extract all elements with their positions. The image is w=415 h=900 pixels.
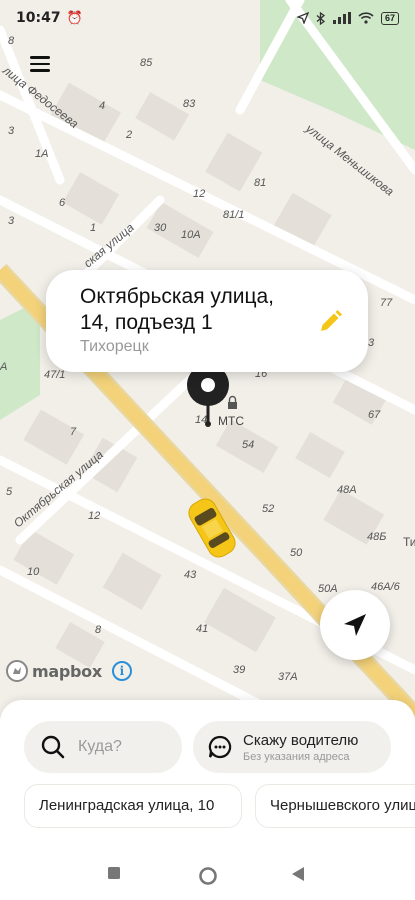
map-label: 10 [27, 566, 40, 578]
status-time: 10:47 [16, 10, 61, 26]
battery-indicator: 67 [380, 11, 399, 25]
address-city: Тихорецк [80, 338, 149, 355]
destination-search-field[interactable]: Куда? [24, 721, 182, 773]
map-label: 10А [181, 229, 201, 241]
map-label: 77 [380, 297, 393, 309]
map-label: 30 [154, 222, 167, 234]
map-label: 7 [70, 426, 77, 438]
map-label: 3 [8, 215, 15, 227]
chat-bubble-icon [208, 735, 232, 759]
map-label: 8 [95, 624, 102, 636]
map-label: 47/1 [44, 369, 65, 381]
system-nav-bar [0, 852, 415, 900]
map-label: 39 [233, 664, 245, 676]
address-street: Октябрьская улица, [80, 285, 274, 308]
map-label: 1 [90, 222, 96, 234]
status-icons: 67 [296, 11, 399, 25]
info-icon[interactable]: i [111, 661, 132, 681]
mapbox-attribution: mapbox i [6, 660, 132, 682]
pencil-icon[interactable] [316, 308, 344, 336]
pickup-pin-icon [187, 364, 229, 427]
taxi-app-screen: 8 85 лица Федосеева 83 4 3 2 улица Меньш… [0, 0, 415, 900]
map-label: 81/1 [223, 209, 244, 221]
tell-driver-button[interactable]: Скажу водителю Без указания адреса [193, 721, 391, 773]
map-label: 6 [59, 197, 66, 209]
map-label: 37А [278, 671, 298, 683]
map-label: 52 [262, 503, 274, 515]
map-label: 41 [196, 623, 208, 635]
search-icon [41, 735, 65, 759]
map-label: 8 [8, 35, 15, 47]
map-label: 85 [140, 57, 153, 69]
map-label: 3 [368, 337, 375, 349]
home-icon[interactable] [198, 866, 218, 886]
map-label: 81 [254, 177, 266, 189]
map-label: 46А/6 [371, 581, 401, 593]
map-label: 4 [99, 100, 105, 112]
recent-apps-icon[interactable] [107, 866, 121, 880]
alarm-icon: ⏰ [66, 10, 83, 25]
map-label: 12 [88, 510, 100, 522]
suggestion-chip[interactable]: Ленинградская улица, 10 [24, 784, 242, 828]
signal-icon [332, 12, 351, 24]
suggestion-chip[interactable]: Чернышевского улица [255, 784, 415, 828]
menu-button[interactable] [24, 52, 58, 80]
map-label: 83 [183, 98, 196, 110]
map-label: 50 [290, 547, 303, 559]
bluetooth-icon [316, 11, 326, 25]
map-label: 1А [35, 148, 48, 160]
tell-driver-subtitle: Без указания адреса [243, 750, 350, 763]
map-label: 3 [8, 125, 15, 137]
map-label: Ти [403, 535, 415, 549]
map-label: А [0, 361, 7, 373]
tell-driver-title: Скажу водителю [243, 731, 359, 749]
taxi-car-icon [188, 498, 236, 558]
map-label: 48Б [367, 531, 386, 543]
map-label: 54 [242, 439, 254, 451]
address-entrance: 14, подъезд 1 [80, 311, 213, 334]
location-arrow-icon [296, 12, 309, 24]
back-icon[interactable] [291, 866, 305, 882]
mapbox-wordmark: mapbox [32, 661, 102, 681]
status-bar: 10:47 ⏰ 67 [0, 0, 415, 36]
map-label: 48А [337, 484, 357, 496]
destination-placeholder: Куда? [78, 738, 122, 755]
wifi-icon [358, 12, 374, 24]
pickup-address-card[interactable]: Октябрьская улица, 14, подъезд 1 Тихорец… [46, 270, 368, 372]
map-label: 5 [6, 486, 13, 498]
suggestion-chips: Ленинградская улица, 10 Чернышевского ул… [24, 784, 415, 828]
navigation-arrow-icon [344, 614, 366, 636]
menu-icon [30, 56, 50, 59]
map-label: 12 [193, 188, 205, 200]
map-label: 2 [125, 129, 132, 141]
map-label: 43 [184, 569, 197, 581]
my-location-button[interactable] [320, 590, 390, 660]
map-label: 50А [318, 583, 338, 595]
mapbox-logo-icon [6, 660, 28, 682]
map-label: 67 [368, 409, 381, 421]
